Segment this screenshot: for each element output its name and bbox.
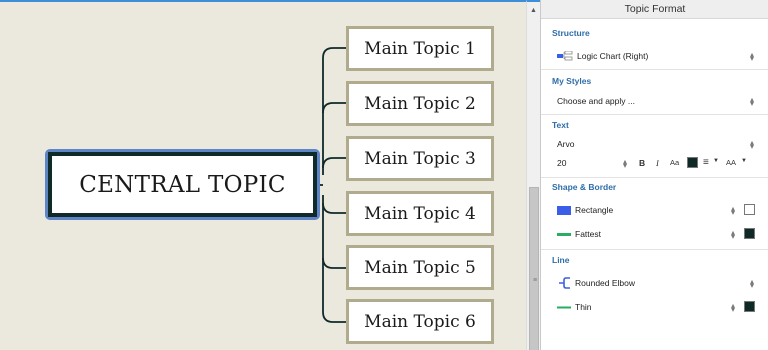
line-section-title: Line <box>552 255 570 265</box>
font-family-value: Arvo <box>557 139 575 149</box>
font-color-swatch[interactable] <box>687 157 698 168</box>
thin-line-icon <box>557 306 571 308</box>
font-family-updown-icon[interactable]: ▴ ▾ <box>748 139 756 151</box>
grip-icon: ≡ <box>532 277 538 284</box>
italic-button[interactable]: I <box>656 158 659 168</box>
main-topic-5[interactable]: Main Topic 5 <box>346 245 494 290</box>
scroll-up-arrow-icon[interactable]: ▲ <box>527 6 540 16</box>
divider <box>541 249 768 250</box>
font-size-input[interactable]: 20 <box>557 156 627 170</box>
mind-map-canvas[interactable]: CENTRAL TOPIC Main Topic 1 Main Topic 2 … <box>0 0 526 350</box>
logic-chart-icon <box>557 51 573 61</box>
connector-topic-3 <box>322 157 346 169</box>
divider <box>541 69 768 70</box>
main-topic-6[interactable]: Main Topic 6 <box>346 299 494 344</box>
border-updown-icon[interactable]: ▴ ▾ <box>729 229 737 241</box>
line-color-swatch[interactable] <box>744 301 755 312</box>
shape-value: Rectangle <box>575 205 614 215</box>
rectangle-shape-icon <box>557 205 571 215</box>
structure-section-title: Structure <box>552 28 590 38</box>
connector-topic-6 <box>322 195 346 323</box>
topic-format-panel: Topic Format Structure Logic Chart (Righ… <box>540 0 768 350</box>
my-styles-updown-icon[interactable]: ▴ ▾ <box>748 96 756 108</box>
central-topic[interactable]: CENTRAL TOPIC <box>48 152 317 217</box>
text-section-title: Text <box>552 120 569 130</box>
shape-border-section-title: Shape & Border <box>552 182 617 192</box>
line-style-value: Rounded Elbow <box>575 278 636 288</box>
structure-updown-icon[interactable]: ▴ ▾ <box>748 51 756 63</box>
size-adjust-dropdown-icon[interactable]: ▼ <box>741 158 747 164</box>
structure-value: Logic Chart (Right) <box>577 51 649 61</box>
line-weight-value: Thin <box>575 302 592 312</box>
line-style-updown-icon[interactable]: ▴ ▾ <box>748 278 756 290</box>
font-size-updown-icon[interactable]: ▴ ▾ <box>621 158 629 170</box>
divider <box>541 114 768 115</box>
main-topic-2[interactable]: Main Topic 2 <box>346 81 494 126</box>
my-styles-select[interactable]: Choose and apply ... <box>557 94 759 108</box>
my-styles-value: Choose and apply ... <box>557 96 635 106</box>
shape-updown-icon[interactable]: ▴ ▾ <box>729 205 737 217</box>
border-color-swatch[interactable] <box>744 228 755 239</box>
rounded-elbow-icon <box>559 277 570 289</box>
connector-topic-2 <box>322 102 346 114</box>
structure-select[interactable]: Logic Chart (Right) <box>557 49 759 63</box>
line-weight-updown-icon[interactable]: ▴ ▾ <box>729 302 737 314</box>
central-topic-label: CENTRAL TOPIC <box>52 156 313 213</box>
bold-button[interactable]: B <box>639 158 645 168</box>
my-styles-section-title: My Styles <box>552 76 592 86</box>
text-align-button[interactable]: ≡ <box>703 157 709 168</box>
main-topic-3[interactable]: Main Topic 3 <box>346 136 494 181</box>
align-dropdown-icon[interactable]: ▼ <box>713 158 719 164</box>
fattest-line-icon <box>557 232 571 236</box>
panel-title: Topic Format <box>541 0 768 19</box>
font-size-value: 20 <box>557 158 567 168</box>
shape-fill-swatch[interactable] <box>744 204 755 215</box>
divider <box>541 177 768 178</box>
main-topic-1[interactable]: Main Topic 1 <box>346 26 494 71</box>
canvas-vertical-scrollbar[interactable]: ▲ ≡ <box>526 0 540 350</box>
text-case-button[interactable]: Aa <box>670 158 679 167</box>
connector-topic-1 <box>322 47 346 175</box>
font-family-select[interactable]: Arvo <box>557 137 759 151</box>
scroll-thumb[interactable]: ≡ <box>529 187 539 350</box>
connector-topic-4 <box>322 202 346 214</box>
font-size-adjust-button[interactable]: AA <box>726 158 736 167</box>
border-weight-value: Fattest <box>575 229 601 239</box>
connector-topic-5 <box>322 257 346 269</box>
line-style-select[interactable]: Rounded Elbow <box>557 276 759 290</box>
main-topic-4[interactable]: Main Topic 4 <box>346 191 494 236</box>
